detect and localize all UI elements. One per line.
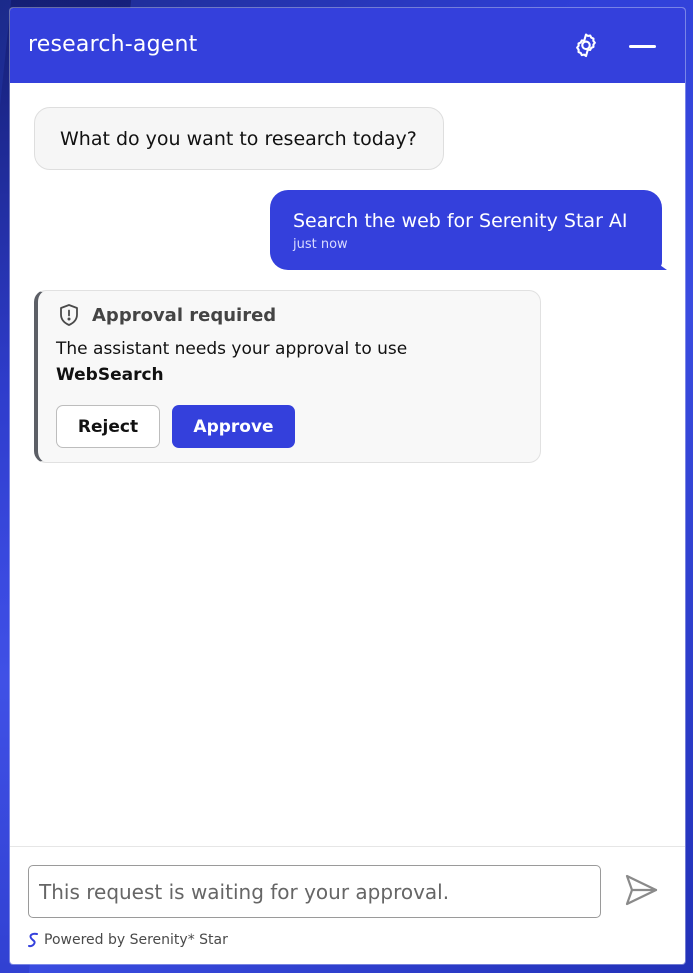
reject-button[interactable]: Reject <box>56 405 160 448</box>
gear-icon <box>576 33 596 58</box>
chat-widget: research-agent What do you want to resea… <box>10 8 685 964</box>
approval-description: The assistant needs your approval to use <box>56 339 408 359</box>
footer-divider <box>10 846 685 847</box>
powered-by-text: Powered by Serenity* Star <box>44 932 228 948</box>
chat-header: research-agent <box>10 8 685 83</box>
serenity-logo-icon <box>28 932 38 948</box>
approval-tool-name: WebSearch <box>56 365 164 385</box>
assistant-message: What do you want to research today? <box>34 107 444 170</box>
minimize-icon <box>629 45 656 48</box>
approve-button[interactable]: Approve <box>172 405 295 448</box>
settings-button[interactable] <box>572 32 600 60</box>
message-input[interactable] <box>28 865 601 918</box>
send-icon <box>625 874 658 906</box>
user-message-text: Search the web for Serenity Star AI <box>293 210 628 232</box>
shield-alert-icon <box>60 304 78 326</box>
user-message-timestamp: just now <box>293 237 348 252</box>
assistant-message-text: What do you want to research today? <box>60 128 417 150</box>
approval-card: Approval required The assistant needs yo… <box>34 290 541 463</box>
agent-title: research-agent <box>28 32 198 57</box>
send-button[interactable] <box>622 870 662 910</box>
minimize-button[interactable] <box>626 32 660 60</box>
user-message: Search the web for Serenity Star AI just… <box>270 190 662 270</box>
approval-title: Approval required <box>92 305 277 326</box>
